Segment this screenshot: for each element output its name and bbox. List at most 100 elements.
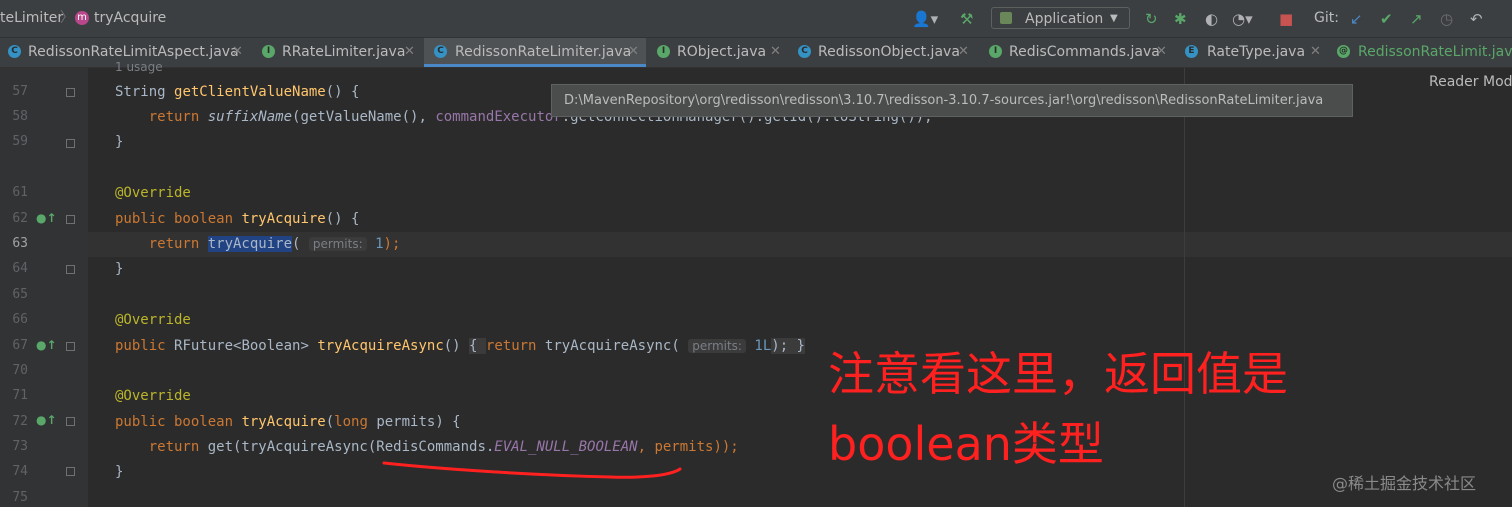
line-number: 65 <box>12 287 28 302</box>
parameter-hint: permits: <box>308 237 367 251</box>
tab-robject[interactable]: I RObject.java ✕ <box>648 38 788 67</box>
parameter-hint: permits: <box>688 339 746 353</box>
enum-icon: E <box>1185 45 1198 58</box>
tab-redisson-rate-limit[interactable]: @ RedissonRateLimit.jav <box>1328 38 1512 67</box>
usage-hint[interactable]: 1 usage <box>115 60 163 74</box>
selected-text: tryAcquire <box>207 236 293 252</box>
breadcrumb-method[interactable]: tryAcquire <box>94 0 166 37</box>
line-number: 73 <box>12 439 28 454</box>
line-number: 66 <box>12 312 28 327</box>
annotation-icon: @ <box>1337 45 1350 58</box>
build-hammer-icon[interactable]: ⚒ <box>960 9 973 29</box>
tab-label: RObject.java <box>677 44 767 60</box>
debug-bug-icon[interactable]: ✱ <box>1174 9 1187 29</box>
rollback-icon[interactable]: ↶ <box>1470 9 1483 29</box>
implements-method-icon[interactable]: ●↑ <box>36 338 57 352</box>
code-line-71[interactable]: @Override <box>115 384 191 409</box>
line-number: 74 <box>12 464 28 479</box>
tab-label: RedissonRateLimit.jav <box>1358 44 1512 60</box>
history-icon[interactable]: ◷ <box>1440 9 1453 29</box>
right-margin-guide <box>1184 68 1185 507</box>
close-icon[interactable]: ✕ <box>770 38 781 66</box>
fold-marker-icon[interactable] <box>66 417 75 426</box>
code-line-74[interactable]: } <box>115 460 123 485</box>
user-icon[interactable]: 👤▾ <box>912 9 938 29</box>
fold-marker-icon[interactable] <box>66 215 75 224</box>
code-line-67[interactable]: public RFuture<Boolean> tryAcquireAsync(… <box>115 334 805 359</box>
fold-marker-icon[interactable] <box>66 467 75 476</box>
stop-icon[interactable]: ■ <box>1279 9 1293 29</box>
line-number: 59 <box>12 134 28 149</box>
close-icon[interactable]: ✕ <box>1310 38 1321 66</box>
code-line-62[interactable]: public boolean tryAcquire() { <box>115 207 359 232</box>
code-line-57[interactable]: String getClientValueName() { <box>115 80 359 105</box>
line-number: 57 <box>12 84 28 99</box>
implements-method-icon[interactable]: ●↑ <box>36 211 57 225</box>
class-icon: C <box>798 45 811 58</box>
git-label: Git: <box>1314 10 1339 26</box>
tab-label: RedissonRateLimiter.java <box>455 44 632 60</box>
application-icon <box>1000 12 1012 24</box>
code-line-72[interactable]: public boolean tryAcquire(long permits) … <box>115 410 461 435</box>
line-number: 72 <box>12 414 28 429</box>
line-number: 61 <box>12 185 28 200</box>
code-line-63[interactable]: return tryAcquire( permits: 1); <box>115 232 400 257</box>
class-icon: C <box>8 45 21 58</box>
implements-method-icon[interactable]: ●↑ <box>36 413 57 427</box>
rerun-icon[interactable]: ↻ <box>1145 9 1158 29</box>
line-number: 62 <box>12 211 28 226</box>
red-underline-annotation <box>382 461 682 479</box>
tab-label: RRateLimiter.java <box>282 44 406 60</box>
reader-mode-button[interactable]: Reader Mod <box>1429 74 1512 90</box>
git-commit-icon[interactable]: ✔ <box>1380 9 1393 29</box>
navigation-bar: teLimiter 〉 m tryAcquire 👤▾ ⚒ Applicatio… <box>0 0 1512 38</box>
tab-redis-commands[interactable]: I RedisCommands.java ✕ <box>980 38 1174 67</box>
chevron-down-icon: ▼ <box>1110 13 1118 24</box>
fold-marker-icon[interactable] <box>66 265 75 274</box>
code-line-59[interactable]: } <box>115 130 123 155</box>
interface-icon: I <box>657 45 670 58</box>
code-line-61[interactable]: @Override <box>115 181 191 206</box>
run-configuration-select[interactable]: Application ▼ <box>991 7 1130 29</box>
breadcrumb-class[interactable]: teLimiter <box>0 0 63 37</box>
coverage-icon[interactable]: ◐ <box>1205 9 1218 29</box>
annotation-text-line2: boolean类型 <box>828 417 1104 471</box>
line-number: 64 <box>12 261 28 276</box>
tab-redisson-object[interactable]: C RedissonObject.java ✕ <box>790 38 978 67</box>
class-icon: C <box>434 45 447 58</box>
line-number: 67 <box>12 338 28 353</box>
line-number: 75 <box>12 490 28 505</box>
line-number: 63 <box>12 236 28 251</box>
fold-marker-icon[interactable] <box>66 88 75 97</box>
tab-label: RedisCommands.java <box>1009 44 1160 60</box>
line-number: 58 <box>12 109 28 124</box>
code-line-66[interactable]: @Override <box>115 308 191 333</box>
profiler-icon[interactable]: ◔▾ <box>1232 9 1253 29</box>
file-path-tooltip: D:\MavenRepository\org\redisson\redisson… <box>551 84 1353 117</box>
close-icon[interactable]: ✕ <box>628 38 639 66</box>
annotation-text-line1: 注意看这里，返回值是 <box>828 347 1288 401</box>
tab-label: RateType.java <box>1207 44 1306 60</box>
tab-redisson-rate-limiter[interactable]: C RedissonRateLimiter.java ✕ <box>424 38 646 67</box>
line-number: 70 <box>12 363 28 378</box>
close-icon[interactable]: ✕ <box>232 38 243 66</box>
line-number: 71 <box>12 388 28 403</box>
tab-label: RedissonObject.java <box>818 44 960 60</box>
close-icon[interactable]: ✕ <box>404 38 415 66</box>
close-icon[interactable]: ✕ <box>1156 38 1167 66</box>
breadcrumb-separator-icon: 〉 <box>60 10 74 26</box>
tab-rrate-limiter[interactable]: I RRateLimiter.java ✕ <box>252 38 422 67</box>
interface-icon: I <box>262 45 275 58</box>
tab-rate-type[interactable]: E RateType.java ✕ <box>1176 38 1326 67</box>
close-icon[interactable]: ✕ <box>958 38 969 66</box>
run-config-label: Application <box>1025 11 1104 27</box>
method-icon: m <box>75 11 89 25</box>
code-line-64[interactable]: } <box>115 257 123 282</box>
fold-marker-icon[interactable] <box>66 342 75 351</box>
git-push-icon[interactable]: ↗ <box>1410 9 1423 29</box>
git-update-icon[interactable]: ↙ <box>1350 9 1363 29</box>
interface-icon: I <box>989 45 1002 58</box>
watermark: @稀土掘金技术社区 <box>1332 474 1477 493</box>
fold-marker-icon[interactable] <box>66 139 75 148</box>
editor-tab-bar: C RedissonRateLimitAspect.java ✕ I RRate… <box>0 38 1512 68</box>
